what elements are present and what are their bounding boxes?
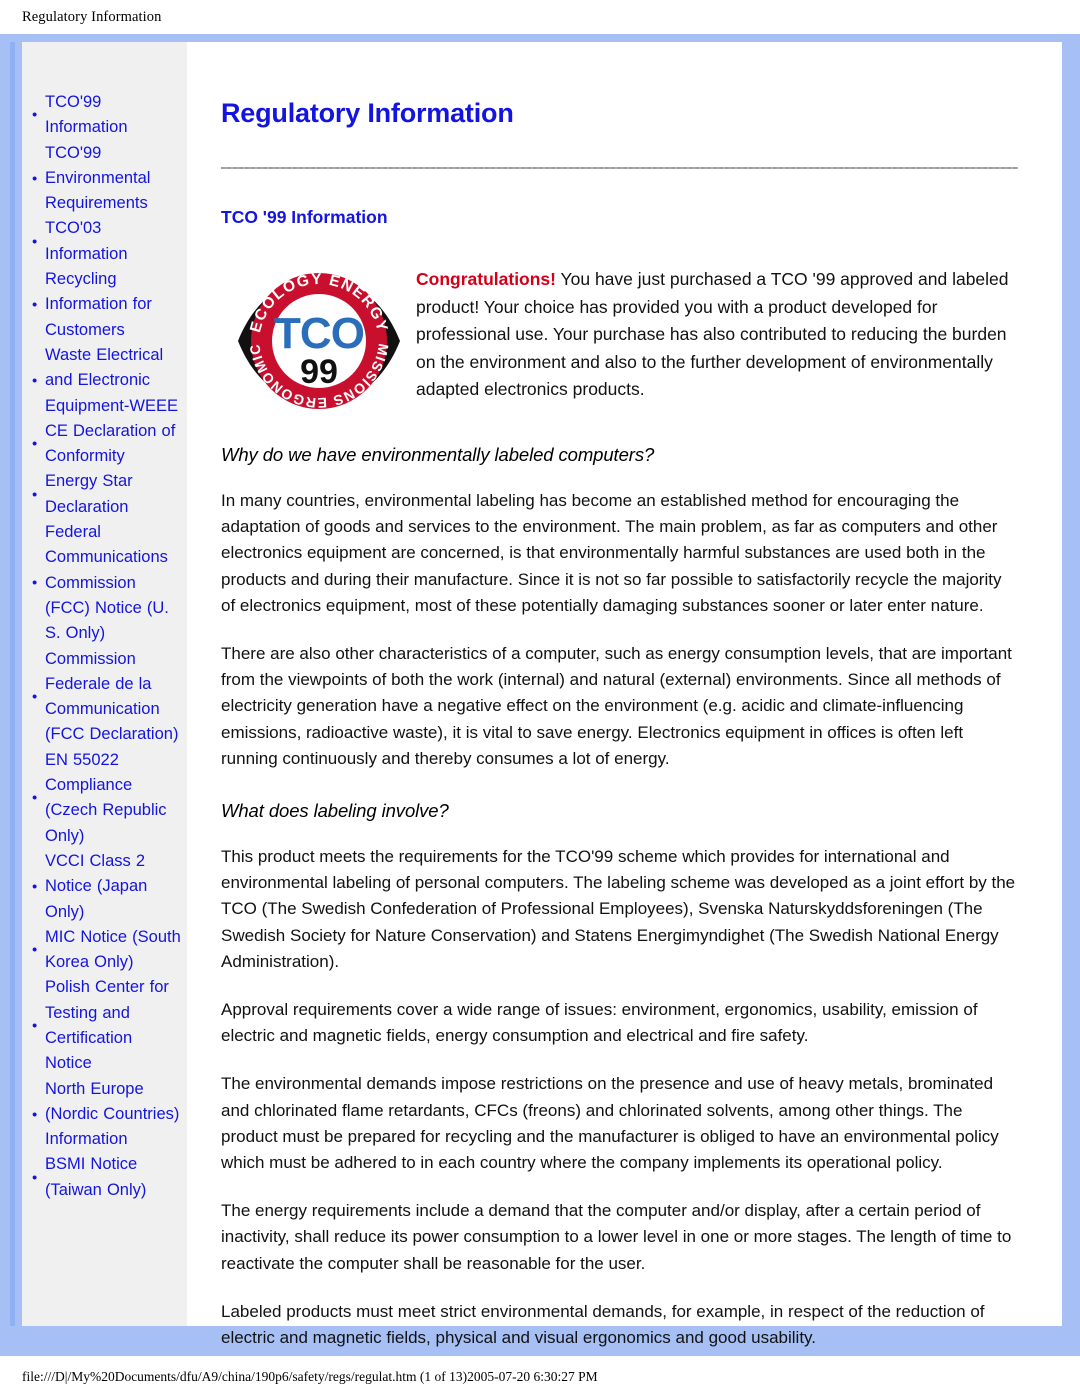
intro-block: ECOLOGY ENERGY EMISSIONS ERGONOMICS TCO … xyxy=(221,264,1018,416)
logo-container: ECOLOGY ENERGY EMISSIONS ERGONOMICS TCO … xyxy=(221,264,416,416)
print-header: Regulatory Information xyxy=(0,0,1080,34)
section-title-tco99: TCO '99 Information xyxy=(221,207,388,227)
sidebar-item-label: BSMI Notice (Taiwan Only) xyxy=(45,1155,147,1199)
paragraph-environmental-demands: The environmental demands impose restric… xyxy=(221,1074,999,1173)
sidebar-item-label: TCO'99 Environmental Requirements xyxy=(45,143,151,213)
svg-text:TCO: TCO xyxy=(274,309,364,358)
left-frame-accent xyxy=(10,42,15,1326)
sidebar-item-label: North Europe (Nordic Countries) Informat… xyxy=(45,1079,180,1149)
paragraph-approval-requirements: Approval requirements cover a wide range… xyxy=(221,1000,978,1046)
sidebar-item-ce-declaration[interactable]: CE Declaration of Conformity xyxy=(30,419,181,470)
congratulations-lead: Congratulations! xyxy=(416,269,556,289)
sidebar-item-tco99-information[interactable]: TCO'99 Information xyxy=(30,90,181,141)
intro-paragraph: Congratulations! You have just purchased… xyxy=(416,264,1018,404)
sidebar-item-bsmi-notice[interactable]: BSMI Notice (Taiwan Only) xyxy=(30,1152,181,1203)
sidebar-item-en55022[interactable]: EN 55022 Compliance (Czech Republic Only… xyxy=(30,748,181,849)
sidebar-item-label: TCO'03 Information xyxy=(45,219,128,263)
svg-text:99: 99 xyxy=(300,353,338,391)
page-inner: TCO'99 Information TCO'99 Environmental … xyxy=(22,42,1062,1347)
page-frame: TCO'99 Information TCO'99 Environmental … xyxy=(0,34,1080,1356)
sidebar-item-label: TCO'99 Information xyxy=(45,93,128,137)
sidebar-item-weee[interactable]: Waste Electrical and Electronic Equipmen… xyxy=(30,343,181,419)
sidebar-item-fcc-notice[interactable]: Federal Communications Commission (FCC) … xyxy=(30,520,181,646)
heading-what-does-labeling-involve: What does labeling involve? xyxy=(221,800,449,822)
tco-99-certification-logo: ECOLOGY ENERGY EMISSIONS ERGONOMICS TCO … xyxy=(234,266,400,411)
sidebar-item-label: Waste Electrical and Electronic Equipmen… xyxy=(45,345,178,415)
paragraph-environmental-labeling: In many countries, environmental labelin… xyxy=(221,491,1002,615)
paragraph-tco99-scheme: This product meets the requirements for … xyxy=(221,847,1016,971)
page-title: Regulatory Information xyxy=(221,98,514,128)
print-header-title: Regulatory Information xyxy=(22,8,162,25)
sidebar-item-label: Recycling Information for Customers xyxy=(45,270,152,339)
print-footer: file:///D|/My%20Documents/dfu/A9/china/1… xyxy=(0,1356,1080,1397)
sidebar-item-label: Federal Communications Commission (FCC) … xyxy=(45,523,169,643)
sidebar-item-recycling-information[interactable]: Recycling Information for Customers xyxy=(30,267,181,343)
sidebar-item-tco03-information[interactable]: TCO'03 Information xyxy=(30,216,181,267)
sidebar-item-energy-star[interactable]: Energy Star Declaration xyxy=(30,469,181,520)
sidebar-item-tco99-environmental[interactable]: TCO'99 Environmental Requirements xyxy=(30,141,181,217)
sidebar-item-label: Polish Center for Testing and Certificat… xyxy=(45,978,169,1073)
sidebar-item-mic-notice[interactable]: MIC Notice (South Korea Only) xyxy=(30,925,181,976)
footer-file-path: file:///D|/My%20Documents/dfu/A9/china/1… xyxy=(22,1368,598,1384)
sidebar-item-label: EN 55022 Compliance (Czech Republic Only… xyxy=(45,750,167,845)
sidebar-item-label: Energy Star Declaration xyxy=(45,472,133,516)
heading-why-labeled-computers: Why do we have environmentally labeled c… xyxy=(221,444,655,465)
paragraph-energy-requirements: The energy requirements include a demand… xyxy=(221,1201,1012,1273)
title-divider xyxy=(221,167,1018,169)
sidebar-item-polish-center[interactable]: Polish Center for Testing and Certificat… xyxy=(30,975,181,1076)
sidebar-item-label: MIC Notice (South Korea Only) xyxy=(45,927,181,972)
sidebar-item-commission-federale[interactable]: Commission Federale de la Communication … xyxy=(30,647,181,748)
sidebar-item-label: CE Declaration of Conformity xyxy=(45,421,176,466)
sidebar-item-label: Commission Federale de la Communication … xyxy=(45,649,179,744)
paragraph-energy-consumption: There are also other characteristics of … xyxy=(221,644,1012,768)
sidebar-list: TCO'99 Information TCO'99 Environmental … xyxy=(30,90,181,1203)
sidebar-item-label: VCCI Class 2 Notice (Japan Only) xyxy=(45,851,148,921)
sidebar-navigation: TCO'99 Information TCO'99 Environmental … xyxy=(22,42,187,1326)
paragraph-labeled-products: Labeled products must meet strict enviro… xyxy=(221,1301,985,1348)
main-content: Regulatory Information TCO '99 Informati… xyxy=(187,42,1062,1347)
sidebar-item-north-europe[interactable]: North Europe (Nordic Countries) Informat… xyxy=(30,1077,181,1153)
sidebar-item-vcci[interactable]: VCCI Class 2 Notice (Japan Only) xyxy=(30,849,181,925)
